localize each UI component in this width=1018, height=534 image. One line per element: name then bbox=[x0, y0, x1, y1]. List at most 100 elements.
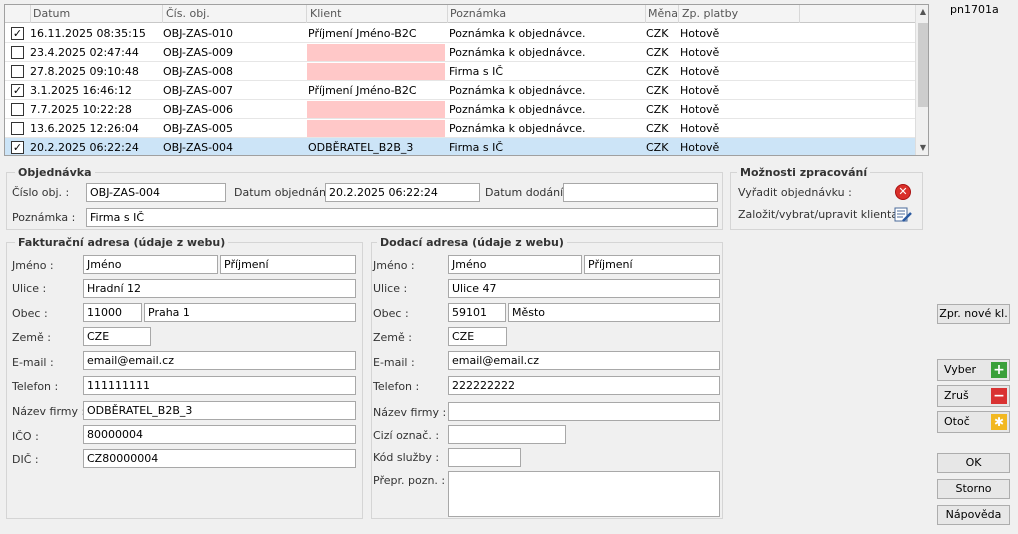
delivery-email-label: E-mail : bbox=[373, 356, 415, 369]
cancel-button[interactable]: Storno bbox=[937, 479, 1010, 499]
carrier-note-label: Přepr. pozn. : bbox=[373, 474, 446, 487]
process-new-client-button[interactable]: Zpr. nové kl. bbox=[937, 304, 1010, 324]
table-row[interactable]: ✓ 16.11.2025 08:35:15 OBJ-ZAS-010 Příjmení … bbox=[5, 24, 915, 43]
table-row[interactable]: 27.8.2025 09:10:48 OBJ-ZAS-008 Firma s IČ C… bbox=[5, 62, 915, 81]
col-header-poznamka[interactable]: Poznámka bbox=[450, 7, 506, 20]
billing-zip-field[interactable]: 11000 bbox=[83, 303, 142, 322]
delivery-company-label: Název firmy : bbox=[373, 406, 447, 419]
billing-email-field[interactable]: email@email.cz bbox=[83, 351, 356, 370]
cell-client: ODBĚRATEL_B2B_3 bbox=[308, 141, 414, 154]
cell-date: 3.1.2025 16:46:12 bbox=[30, 84, 132, 97]
cell-note: Poznámka k objednávce. bbox=[449, 46, 586, 59]
client-missing-cell bbox=[307, 44, 445, 61]
delivery-company-field[interactable] bbox=[448, 402, 720, 421]
col-header-klient[interactable]: Klient bbox=[310, 7, 341, 20]
scroll-down-icon[interactable]: ▼ bbox=[916, 143, 928, 152]
delivery-last-name-field[interactable]: Příjmení bbox=[584, 255, 720, 274]
order-number-field[interactable]: OBJ-ZAS-004 bbox=[86, 183, 226, 202]
row-checkbox[interactable] bbox=[11, 122, 24, 135]
cell-payment: Hotově bbox=[680, 122, 720, 135]
delivery-country-field[interactable]: CZE bbox=[448, 327, 507, 346]
delivery-first-name-field[interactable]: Jméno bbox=[448, 255, 582, 274]
asterisk-icon: ✱ bbox=[991, 414, 1007, 430]
delivery-street-label: Ulice : bbox=[373, 282, 408, 295]
row-checkbox[interactable]: ✓ bbox=[11, 141, 24, 154]
select-button[interactable]: Vyber + bbox=[937, 359, 1010, 381]
delivery-email-field[interactable]: email@email.cz bbox=[448, 351, 720, 370]
deselect-button[interactable]: Zruš − bbox=[937, 385, 1010, 407]
delivery-street-field[interactable]: Ulice 47 bbox=[448, 279, 720, 298]
order-date-field[interactable]: 20.2.2025 06:22:24 bbox=[325, 183, 480, 202]
row-checkbox[interactable] bbox=[11, 65, 24, 78]
plus-icon: + bbox=[991, 362, 1007, 378]
billing-ico-field[interactable]: 80000004 bbox=[83, 425, 356, 444]
cell-payment: Hotově bbox=[680, 141, 720, 154]
scroll-thumb[interactable] bbox=[918, 23, 928, 107]
invert-button[interactable]: Otoč ✱ bbox=[937, 411, 1010, 433]
client-missing-cell bbox=[307, 63, 445, 80]
billing-group-title: Fakturační adresa (údaje z webu) bbox=[15, 236, 229, 249]
billing-phone-field[interactable]: 111111111 bbox=[83, 376, 356, 395]
grid-vertical-scrollbar[interactable]: ▲ ▼ bbox=[915, 5, 928, 155]
cell-order-number: OBJ-ZAS-010 bbox=[163, 27, 234, 40]
edit-client-icon[interactable] bbox=[894, 206, 912, 222]
table-row[interactable]: 13.6.2025 12:26:04 OBJ-ZAS-005 Poznámka k … bbox=[5, 119, 915, 138]
col-header-datum[interactable]: Datum bbox=[33, 7, 70, 20]
billing-last-name-field[interactable]: Příjmení bbox=[220, 255, 356, 274]
cell-order-number: OBJ-ZAS-004 bbox=[163, 141, 234, 154]
client-missing-cell bbox=[307, 101, 445, 118]
cell-currency: CZK bbox=[646, 141, 669, 154]
cell-note: Firma s IČ bbox=[449, 65, 504, 78]
billing-phone-label: Telefon : bbox=[12, 380, 59, 393]
cell-payment: Hotově bbox=[680, 46, 720, 59]
order-group-title: Objednávka bbox=[15, 166, 95, 179]
client-missing-cell bbox=[307, 120, 445, 137]
cell-order-number: OBJ-ZAS-007 bbox=[163, 84, 234, 97]
row-checkbox[interactable] bbox=[11, 103, 24, 116]
row-checkbox[interactable]: ✓ bbox=[11, 84, 24, 97]
billing-country-field[interactable]: CZE bbox=[83, 327, 151, 346]
delivery-city-field[interactable]: Město bbox=[508, 303, 720, 322]
col-header-platba[interactable]: Zp. platby bbox=[682, 7, 738, 20]
ok-button[interactable]: OK bbox=[937, 453, 1010, 473]
billing-ico-label: IČO : bbox=[12, 430, 39, 443]
delivery-date-field[interactable] bbox=[563, 183, 718, 202]
foreign-mark-field[interactable] bbox=[448, 425, 566, 444]
row-checkbox[interactable] bbox=[11, 46, 24, 59]
orders-grid[interactable]: Datum Čís. obj. Klient Poznámka Měna Zp.… bbox=[4, 4, 929, 156]
order-note-field[interactable]: Firma s IČ bbox=[86, 208, 718, 227]
billing-street-field[interactable]: Hradní 12 bbox=[83, 279, 356, 298]
billing-first-name-field[interactable]: Jméno bbox=[83, 255, 218, 274]
table-row[interactable]: 7.7.2025 10:22:28 OBJ-ZAS-006 Poznámka k o… bbox=[5, 100, 915, 119]
order-note-label: Poznámka : bbox=[12, 211, 76, 224]
delivery-phone-field[interactable]: 222222222 bbox=[448, 376, 720, 395]
cell-note: Firma s IČ bbox=[449, 141, 504, 154]
billing-company-field[interactable]: ODBĚRATEL_B2B_3 bbox=[83, 401, 356, 420]
grid-header: Datum Čís. obj. Klient Poznámka Měna Zp.… bbox=[5, 5, 915, 23]
carrier-note-field[interactable] bbox=[448, 471, 720, 517]
col-header-cislo[interactable]: Čís. obj. bbox=[166, 7, 210, 20]
delivery-zip-field[interactable]: 59101 bbox=[448, 303, 506, 322]
discard-order-icon[interactable]: ✕ bbox=[895, 184, 911, 200]
table-row[interactable]: 23.4.2025 02:47:44 OBJ-ZAS-009 Poznámka k … bbox=[5, 43, 915, 62]
cell-note: Poznámka k objednávce. bbox=[449, 84, 586, 97]
cell-currency: CZK bbox=[646, 46, 669, 59]
table-row[interactable]: ✓ 20.2.2025 06:22:24 OBJ-ZAS-004 ODBĚRATEL_… bbox=[5, 138, 915, 155]
scroll-up-icon[interactable]: ▲ bbox=[916, 7, 928, 16]
table-row[interactable]: ✓ 3.1.2025 16:46:12 OBJ-ZAS-007 Příjmení Jm… bbox=[5, 81, 915, 100]
row-checkbox[interactable]: ✓ bbox=[11, 27, 24, 40]
delivery-group-title: Dodací adresa (údaje z webu) bbox=[377, 236, 567, 249]
cell-date: 13.6.2025 12:26:04 bbox=[30, 122, 139, 135]
version-label: pn1701a bbox=[950, 3, 999, 16]
billing-city-field[interactable]: Praha 1 bbox=[144, 303, 356, 322]
deselect-button-label: Zruš bbox=[944, 389, 969, 402]
cell-note: Poznámka k objednávce. bbox=[449, 103, 586, 116]
billing-dic-field[interactable]: CZ80000004 bbox=[83, 449, 356, 468]
cell-date: 16.11.2025 08:35:15 bbox=[30, 27, 146, 40]
client-label: Založit/vybrat/upravit klienta : bbox=[738, 208, 906, 221]
discard-order-label: Vyřadit objednávku : bbox=[738, 186, 852, 199]
col-header-mena[interactable]: Měna bbox=[648, 7, 678, 20]
cell-order-number: OBJ-ZAS-005 bbox=[163, 122, 234, 135]
help-button[interactable]: Nápověda bbox=[937, 505, 1010, 525]
service-code-field[interactable] bbox=[448, 448, 521, 467]
